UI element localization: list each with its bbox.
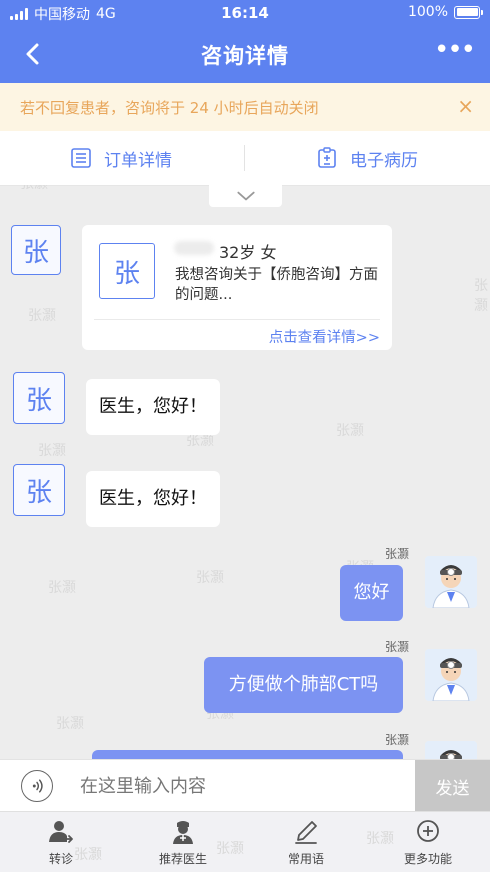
watermark: 张灏 <box>196 570 224 586</box>
plus-circle-icon <box>417 820 439 842</box>
watermark: 张灏 <box>20 185 48 193</box>
doctor-message: 方便做个肺部CT吗 <box>204 657 403 713</box>
chat-area[interactable]: 张灏 张灏 张灏 张灏 张灏 张灏 张灏 张灏 张灏 张灏 张灏 张灏 张灏 张… <box>0 185 490 759</box>
tab-order-details[interactable]: 订单详情 <box>70 131 172 185</box>
common-phrases-label: 常用语 <box>287 852 324 866</box>
patient-message: 医生，您好！ <box>86 379 220 435</box>
patient-message: 医生，您好！ <box>86 471 220 527</box>
tab-divider <box>244 145 245 171</box>
expand-tab-button[interactable] <box>209 185 282 207</box>
watermark: 张灏 <box>28 308 56 324</box>
close-notice-button[interactable]: × <box>457 94 474 118</box>
view-details-link[interactable]: 点击查看详情>> <box>269 326 380 347</box>
watermark: 张灏 <box>474 278 488 314</box>
doctor-message <box>92 750 403 759</box>
nav-bar: 咨询详情 ••• <box>0 26 490 83</box>
recommend-doctor-button[interactable]: 推荐医生 <box>133 818 233 870</box>
page-title: 咨询详情 <box>201 44 289 68</box>
patient-avatar[interactable]: 张 <box>13 464 65 516</box>
status-bar: 中国移动 4G 16:14 100% <box>0 0 490 26</box>
voice-icon <box>32 779 43 793</box>
tab-medical-record-label: 电子病历 <box>350 150 418 171</box>
watermark: 张灏 <box>48 580 76 596</box>
auto-close-notice: 若不回复患者，咨询将于 24 小时后自动关闭 × <box>0 83 490 131</box>
common-phrases-button[interactable]: 常用语 <box>256 818 356 870</box>
transfer-label: 转诊 <box>48 852 73 866</box>
medical-record-icon <box>318 147 336 168</box>
more-functions-label: 更多功能 <box>403 852 452 866</box>
divider <box>94 319 380 320</box>
notice-text: 若不回复患者，咨询将于 24 小时后自动关闭 <box>20 99 319 117</box>
header: 中国移动 4G 16:14 100% 咨询详情 ••• <box>0 0 490 83</box>
battery-percent: 100% <box>407 4 448 20</box>
doctor-avatar[interactable] <box>425 556 477 608</box>
patient-avatar[interactable]: 张 <box>13 372 65 424</box>
tab-order-details-label: 订单详情 <box>104 150 172 171</box>
watermark: 张灏 <box>56 716 84 732</box>
input-bar: 发送 <box>0 759 490 812</box>
more-options-button[interactable]: ••• <box>434 37 476 63</box>
bottom-toolbar: 张灏 张灏 张灏 转诊 推荐医生 常用语 更多功能 <box>0 811 490 872</box>
voice-input-button[interactable] <box>21 770 53 802</box>
recommend-doctor-label: 推荐医生 <box>158 852 207 866</box>
doctor-avatar-icon <box>425 556 477 608</box>
doctor-name: 张灏 <box>385 547 410 561</box>
tab-bar: 订单详情 电子病历 <box>0 131 490 186</box>
doctor-avatar[interactable] <box>425 741 477 759</box>
send-button[interactable]: 发送 <box>415 760 490 812</box>
patient-avatar[interactable]: 张 <box>11 225 61 275</box>
consultation-card[interactable]: 张 32岁 女 我想咨询关于【侨胞咨询】方面的问题... 点击查看详情>> <box>82 225 392 350</box>
more-functions-button[interactable]: 更多功能 <box>378 818 478 870</box>
pen-icon <box>295 821 317 844</box>
list-icon <box>71 148 91 168</box>
doctor-icon <box>173 821 193 844</box>
watermark: 张灏 <box>336 423 364 439</box>
watermark: 张灏 <box>38 443 66 459</box>
doctor-avatar-icon <box>425 649 477 701</box>
patient-age-gender: 32岁 女 <box>219 243 277 262</box>
doctor-avatar-icon <box>425 741 477 759</box>
message-input[interactable] <box>70 768 420 804</box>
doctor-name: 张灏 <box>385 733 410 747</box>
consultation-description: 我想咨询关于【侨胞咨询】方面的问题... <box>175 267 378 303</box>
doctor-message: 您好 <box>340 565 403 621</box>
doctor-avatar[interactable] <box>425 649 477 701</box>
doctor-name: 张灏 <box>385 640 410 654</box>
battery-icon <box>454 5 483 19</box>
transfer-button[interactable]: 转诊 <box>11 818 111 870</box>
patient-name-redacted <box>174 241 214 255</box>
transfer-icon <box>49 821 73 843</box>
card-avatar: 张 <box>99 243 155 299</box>
tab-medical-record[interactable]: 电子病历 <box>316 131 418 185</box>
chevron-down-icon <box>236 191 255 201</box>
